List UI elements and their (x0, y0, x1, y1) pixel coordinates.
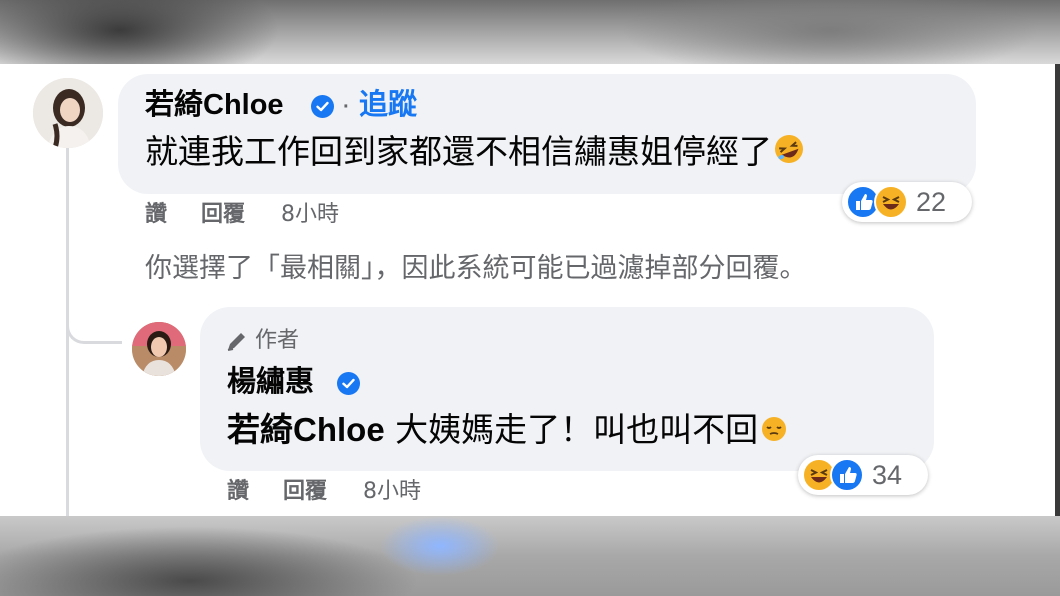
author-badge-label: 作者 (255, 328, 300, 353)
haha-icon (874, 185, 908, 219)
pen-icon (227, 333, 245, 351)
filter-notice: 你選擇了「最相關」，因此系統可能已過濾掉部分回覆。 (145, 253, 807, 284)
comment-actions: 讚 回覆 8小時 (145, 200, 339, 230)
frame-edge (1055, 64, 1060, 516)
blurred-background-bottom (0, 516, 1060, 596)
avatar[interactable] (132, 322, 186, 376)
author-badge: 作者 (225, 326, 299, 356)
reply-text: 若綺Chloe 大姨媽走了！叫也叫不回 (227, 410, 790, 452)
rolling-laughing-emoji-icon (772, 132, 806, 175)
verified-badge-icon (337, 372, 360, 395)
separator: · (341, 89, 351, 121)
reply-text-content: 大姨媽走了！叫也叫不回 (395, 410, 759, 449)
like-button[interactable]: 讚 (145, 200, 167, 230)
verified-badge-icon (311, 95, 334, 118)
comment-text: 就連我工作回到家都還不相信繡惠姐停經了 (145, 132, 806, 175)
reaction-summary[interactable]: 34 (798, 455, 928, 495)
mention-link[interactable]: 若綺Chloe (227, 411, 385, 448)
like-button[interactable]: 讚 (227, 477, 249, 507)
reaction-summary[interactable]: 22 (842, 182, 972, 222)
reply-button[interactable]: 回覆 (283, 477, 327, 507)
comment-text-content: 就連我工作回到家都還不相信繡惠姐停經了 (145, 132, 772, 171)
timestamp[interactable]: 8小時 (281, 200, 339, 230)
reply-actions: 讚 回覆 8小時 (227, 477, 421, 507)
reply-author[interactable]: 楊繡惠 (227, 365, 314, 399)
comment-author[interactable]: 若綺Chloe (145, 88, 284, 122)
thread-connector (66, 300, 122, 344)
reply-button[interactable]: 回覆 (201, 200, 245, 230)
avatar[interactable] (33, 78, 103, 148)
reaction-count: 34 (872, 459, 903, 490)
reaction-count: 22 (916, 186, 947, 217)
relieved-face-emoji-icon (758, 411, 790, 452)
follow-button[interactable]: 追蹤 (359, 86, 417, 122)
timestamp[interactable]: 8小時 (363, 477, 421, 507)
like-icon (830, 458, 864, 492)
blurred-background-top (0, 0, 1060, 64)
